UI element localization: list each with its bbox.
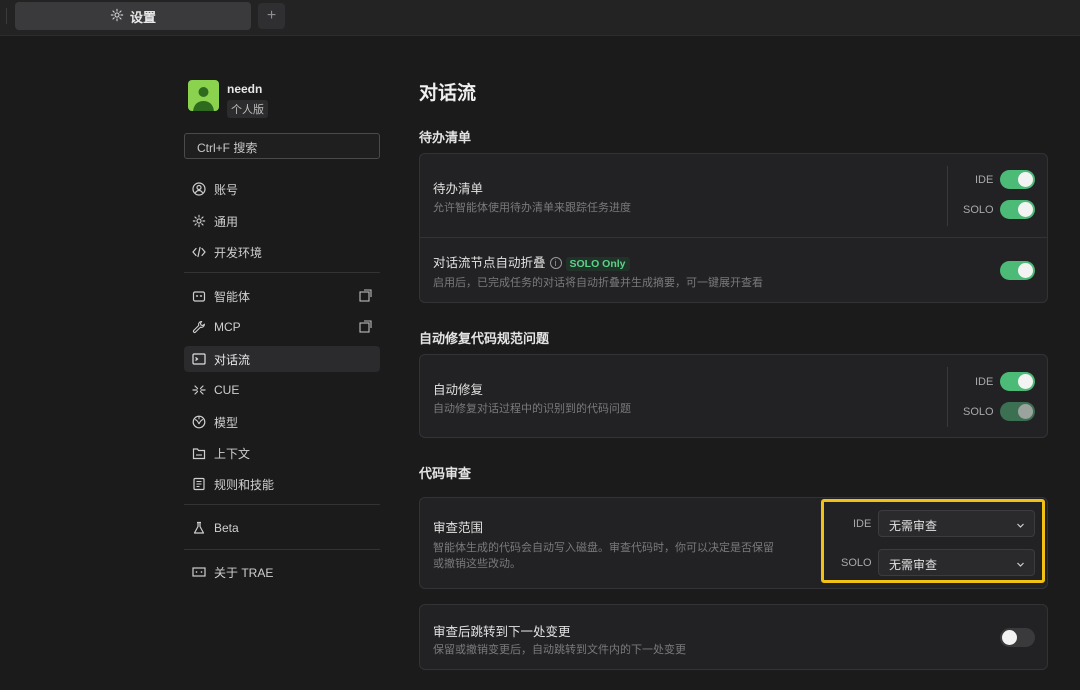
solo-only-badge: SOLO Only [565, 257, 630, 271]
sidebar-item-mcp[interactable]: MCP [184, 314, 380, 340]
row-description: 启用后，已完成任务的对话将自动折叠并生成摘要，可一键展开查看 [433, 277, 763, 289]
book-icon [192, 477, 206, 491]
sidebar-item-label: 模型 [214, 415, 239, 430]
row-description: 保留或撤销变更后，自动跳转到文件内的下一处变更 [433, 644, 686, 656]
trae-logo-icon [192, 565, 206, 579]
todo-ide-toggle[interactable] [1000, 170, 1035, 189]
flask-icon [192, 521, 206, 535]
section-title-todo: 待办清单 [419, 130, 472, 145]
sidebar-item-context[interactable]: 上下文 [184, 440, 380, 466]
sidebar-item-general[interactable]: 通用 [184, 208, 380, 234]
tab-bar: 设置 + [0, 0, 1080, 36]
gear-icon [110, 8, 124, 25]
tab-label: 设置 [129, 9, 156, 25]
todo-card: 待办清单 允许智能体使用待办清单来跟踪任务进度 IDE SOLO 对话流节点自动… [419, 153, 1048, 303]
sidebar-item-conversation-flow[interactable]: 对话流 [184, 346, 380, 372]
sidebar-item-beta[interactable]: Beta [184, 515, 380, 541]
sidebar-item-label: 智能体 [214, 289, 251, 304]
gear-icon [192, 214, 206, 228]
autofix-solo-toggle[interactable] [1000, 402, 1035, 421]
row-title: 审查后跳转到下一处变更 [433, 625, 571, 639]
row-title: 自动修复 [433, 383, 484, 397]
section-title-review: 代码审查 [419, 466, 472, 481]
autofix-ide-toggle[interactable] [1000, 372, 1035, 391]
row-description-line: 或撤销这些改动。 [433, 558, 521, 570]
context-icon [192, 446, 206, 460]
tabbar-edge [6, 8, 7, 24]
sidebar-item-label: Beta [214, 521, 239, 535]
row-description: 智能体生成的代码会自动写入磁盘。审查代码时，你可以决定是否保留 或撤销这些改动。 [433, 540, 774, 572]
avatar [188, 80, 219, 111]
auto-collapse-row: 对话流节点自动折叠 i SOLO Only 启用后，已完成任务的对话将自动折叠并生成… [420, 238, 1047, 304]
sidebar-divider [184, 504, 380, 505]
sidebar-divider [184, 272, 380, 273]
page-title: 对话流 [419, 83, 477, 104]
row-title-text: 对话流节点自动折叠 [433, 256, 546, 270]
solo-label: SOLO [963, 204, 994, 216]
todo-row: 待办清单 允许智能体使用待办清单来跟踪任务进度 IDE SOLO [420, 154, 1047, 237]
cue-icon [192, 383, 206, 397]
jump-next-card: 审查后跳转到下一处变更 保留或撤销变更后，自动跳转到文件内的下一处变更 [419, 604, 1048, 670]
username: needn [227, 82, 263, 96]
sidebar-divider [184, 549, 380, 550]
row-title: 待办清单 [433, 182, 484, 196]
highlight-box [821, 499, 1045, 583]
row-title: 对话流节点自动折叠 i SOLO Only [433, 252, 630, 271]
solo-label: SOLO [963, 406, 994, 418]
sidebar-item-label: CUE [214, 383, 240, 397]
new-tab-button[interactable]: + [258, 3, 285, 29]
search-input[interactable]: Ctrl+F 搜索 [184, 133, 380, 159]
sidebar-item-account[interactable]: 账号 [184, 176, 380, 202]
terminal-icon [192, 352, 206, 366]
sidebar-item-label: 上下文 [214, 446, 251, 461]
sidebar-item-label: 对话流 [214, 352, 251, 367]
vertical-separator [947, 367, 948, 427]
autofix-card: 自动修复 自动修复对话过程中的识别到的代码问题 IDE SOLO [419, 354, 1048, 438]
sidebar-item-dev-env[interactable]: 开发环境 [184, 239, 380, 265]
sidebar-item-label: 通用 [214, 214, 239, 229]
sidebar-item-label: 开发环境 [214, 245, 263, 260]
row-description: 允许智能体使用待办清单来跟踪任务进度 [433, 202, 631, 214]
row-description: 自动修复对话过程中的识别到的代码问题 [433, 403, 631, 415]
external-link-icon[interactable] [359, 320, 372, 333]
agent-icon [192, 289, 206, 303]
sidebar-item-label: 规则和技能 [214, 477, 275, 492]
section-title-autofix: 自动修复代码规范问题 [419, 331, 550, 346]
sidebar-item-model[interactable]: 模型 [184, 409, 380, 435]
sidebar-item-cue[interactable]: CUE [184, 377, 380, 403]
sidebar-item-agent[interactable]: 智能体 [184, 283, 380, 309]
sidebar-item-about[interactable]: 关于 TRAE [184, 559, 380, 585]
sidebar-item-label: 账号 [214, 182, 239, 197]
external-link-icon[interactable] [359, 289, 372, 302]
tab-settings[interactable]: 设置 [15, 2, 251, 30]
plan-badge: 个人版 [227, 100, 268, 118]
info-icon[interactable]: i [549, 257, 562, 269]
sidebar-item-label: MCP [214, 320, 241, 334]
ide-label: IDE [975, 376, 994, 388]
code-icon [192, 245, 206, 259]
jump-next-toggle[interactable] [1000, 628, 1035, 647]
account-circle-icon [192, 182, 206, 196]
model-icon [192, 415, 206, 429]
todo-solo-toggle[interactable] [1000, 200, 1035, 219]
ide-label: IDE [975, 174, 994, 186]
wrench-icon [192, 320, 206, 334]
vertical-separator [947, 166, 948, 226]
auto-collapse-toggle[interactable] [1000, 261, 1035, 280]
row-description-line: 智能体生成的代码会自动写入磁盘。审查代码时，你可以决定是否保留 [433, 542, 774, 554]
sidebar-item-label: 关于 TRAE [214, 565, 274, 580]
sidebar-item-rules-skills[interactable]: 规则和技能 [184, 471, 380, 497]
row-title: 审查范围 [433, 521, 484, 535]
profile: needn 个人版 [188, 80, 268, 118]
